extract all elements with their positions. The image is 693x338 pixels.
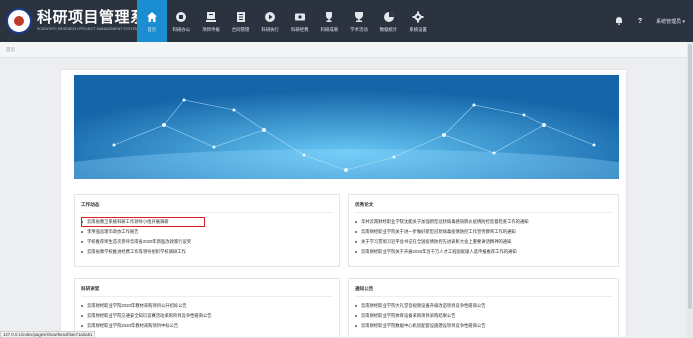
brand[interactable]: 科研项目管理系统 SCIENTIFIC RESEARCH PROJECT MAN… [0, 0, 161, 42]
nav-item-office[interactable]: 科研办公 [167, 0, 197, 42]
list-item[interactable]: 云南财经职业学院大礼堂音视频设备升级改造项目竞争性磋商公告 [355, 301, 612, 311]
nav-item-funds[interactable]: 科研经费 [285, 0, 315, 42]
contract-icon [235, 11, 247, 23]
list-item[interactable]: 华共云南财经职业学院沈能关于加强新型冠状病毒感染肺炎疫情防控监督检查工作的通知 [355, 217, 612, 227]
list-item[interactable]: 云南财经职业学院数据中心机房配套设施建设项目竞争性磋商公告 [355, 321, 612, 331]
nav-item-academic[interactable]: 学术活动 [344, 0, 374, 42]
top-navigation-bar: 科研项目管理系统 SCIENTIFIC RESEARCH PROJECT MAN… [0, 0, 693, 42]
list-item[interactable]: 云南财经职业学院交通安全知识竞赛活动采购项目竞争性磋商公告 [81, 311, 333, 321]
list-item[interactable]: 李用强总理市政协工作报告 [81, 227, 333, 237]
news-list: 云南省教卫系统科研工作领导小组开展调研 李用强总理市政协工作报告 学校推荐师生首… [81, 217, 333, 257]
news-list: 云南财经职业学院大礼堂音视频设备升级改造项目竞争性磋商公告 云南财经职业学院体育… [355, 301, 612, 331]
nav-item-execute[interactable]: 科研执行 [255, 0, 285, 42]
panel-excellent-papers: 优秀论文 华共云南财经职业学院沈能关于加强新型冠状病毒感染肺炎疫情防控监督检查工… [348, 194, 619, 267]
home-icon [146, 11, 158, 23]
help-button[interactable]: ? [638, 18, 642, 25]
panel-notices: 通知公告 云南财经职业学院大礼堂音视频设备升级改造项目竞争性磋商公告 云南财经职… [348, 278, 619, 338]
list-item[interactable]: 关于学习贯彻习近平总书记在全国疫情防控先进表彰大会上重要讲话精神的通知 [355, 237, 612, 247]
list-item[interactable]: 云南财经职业学院2020年教材采购项目中标公告 [81, 321, 333, 331]
list-item[interactable]: 云南财经职业学院2020年教材采购项目公开招标公告 [81, 301, 333, 311]
breadcrumb[interactable]: 首页 [6, 47, 15, 53]
vertical-scrollbar[interactable] [687, 42, 693, 338]
gear-icon [412, 11, 424, 23]
breadcrumb-bar: 首页 [0, 42, 687, 58]
nav-item-statistics[interactable]: 数据统计 [374, 0, 404, 42]
list-item[interactable]: 云南财经职业学院体育设备采购项目采购结果公告 [355, 311, 612, 321]
user-menu[interactable]: 系统管理员 ▾ [656, 18, 685, 25]
logo-icon [6, 8, 32, 34]
nav-item-achievements[interactable]: 科研成果 [315, 0, 345, 42]
status-url-tooltip: 127.0.0.1/index/pages/show/5ea1f0ae71a2a… [0, 331, 96, 338]
funds-icon [294, 11, 306, 23]
list-item[interactable]: 云南省教卫系统科研工作领导小组开展调研 [81, 217, 205, 227]
panel-title: 科研讲堂 [81, 286, 100, 291]
bell-icon[interactable] [614, 16, 624, 26]
panel-title: 工作动态 [81, 202, 100, 207]
execute-icon [264, 11, 276, 23]
nav-item-declare[interactable]: 项目申报 [196, 0, 226, 42]
main-nav: 首页 科研办公 项目申报 合同管理 科研执行 科研经费 科研成果 学术活动 数据… [137, 0, 433, 42]
panel-title: 通知公告 [355, 286, 374, 291]
panel-work-news: 工作动态 云南省教卫系统科研工作领导小组开展调研 李用强总理市政协工作报告 学校… [74, 194, 340, 267]
list-item[interactable]: 云南财经职业学院关于开展2020年百千万人才工程国家级人选申报推荐工作的通知 [355, 247, 612, 257]
list-item[interactable]: 云南财经职业学院关于进一步做好新型冠状病毒疫情防控工作宣传教育工作的通知 [355, 227, 612, 237]
nav-item-settings[interactable]: 系统设置 [403, 0, 433, 42]
panel-title: 优秀论文 [355, 202, 374, 207]
nav-item-contract[interactable]: 合同管理 [226, 0, 256, 42]
panel-research-forum: 科研讲堂 云南财经职业学院2020年教材采购项目公开招标公告 云南财经职业学院交… [74, 278, 340, 338]
academic-icon [353, 11, 365, 23]
banner-image [74, 75, 619, 179]
news-list: 云南财经职业学院2020年教材采购项目公开招标公告 云南财经职业学院交通安全知识… [81, 301, 333, 331]
list-item[interactable]: 云南省教学校推进经费工作等领导组织学校调研工作 [81, 247, 333, 257]
pie-chart-icon [383, 11, 395, 23]
trophy-icon [323, 11, 335, 23]
list-item[interactable]: 学校推荐师生首次参评云南省2020年新医改政策行议奖 [81, 237, 333, 247]
declare-icon [205, 11, 217, 23]
scrollbar-thumb[interactable] [688, 44, 692, 309]
news-list: 华共云南财经职业学院沈能关于加强新型冠状病毒感染肺炎疫情防控监督检查工作的通知 … [355, 217, 612, 257]
nav-item-home[interactable]: 首页 [137, 0, 167, 42]
office-icon [175, 11, 187, 23]
